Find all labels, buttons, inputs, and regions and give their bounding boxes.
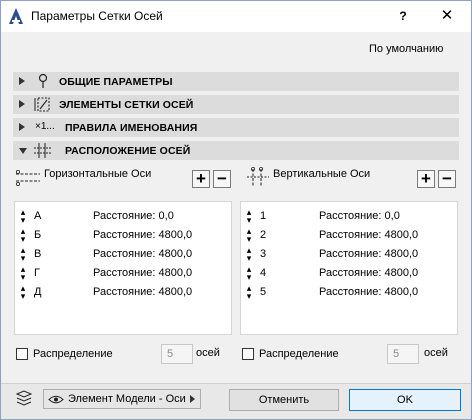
section-general-params[interactable]: ОБЩИЕ ПАРАМЕТРЫ [13, 72, 459, 91]
help-button[interactable]: ? [391, 5, 415, 27]
axis-name: А [34, 210, 42, 222]
reorder-handle-icon[interactable]: ▴ ▾ [19, 284, 27, 301]
grid-layout-icon [34, 143, 52, 158]
naming-icon: ×1... [35, 121, 55, 132]
section-label: ОБЩИЕ ПАРАМЕТРЫ [59, 76, 173, 88]
reorder-handle-icon[interactable]: ▴ ▾ [245, 246, 253, 263]
window-title: Параметры Сетки Осей [31, 9, 163, 23]
remove-horizontal-axis-button[interactable]: − [213, 170, 231, 188]
list-item[interactable]: ▴ ▾ Д Расстояние: 4800,0 [15, 283, 231, 301]
section-label: РАСПОЛОЖЕНИЕ ОСЕЙ [65, 145, 191, 157]
expand-arrow-icon [19, 100, 25, 108]
layer-dropdown[interactable]: Элемент Модели - Оси [43, 389, 201, 409]
horizontal-axis-count-field[interactable]: 5 [161, 344, 193, 364]
vertical-axis-count-field[interactable]: 5 [387, 344, 419, 364]
reorder-handle-icon[interactable]: ▴ ▾ [245, 227, 253, 244]
reorder-handle-icon[interactable]: ▴ ▾ [19, 246, 27, 263]
reorder-handle-icon[interactable]: ▴ ▾ [19, 208, 27, 225]
vertical-axes-icon [247, 167, 269, 186]
axis-distance: Расстояние: 4800,0 [93, 229, 193, 241]
reorder-handle-icon[interactable]: ▴ ▾ [245, 208, 253, 225]
title-bar: Параметры Сетки Осей ? ✕ [1, 1, 471, 32]
axis-distance: Расстояние: 4800,0 [319, 229, 419, 241]
axis-name: 5 [260, 286, 267, 298]
horizontal-axes-label: Горизонтальные Оси [44, 168, 152, 180]
vertical-axes-list[interactable]: ▴ ▾ 1 Расстояние: 0,0 ▴ ▾ 2 Расстояние: 48… [240, 201, 458, 335]
pin-icon [38, 73, 48, 88]
dialog-window: Параметры Сетки Осей ? ✕ По умолчанию ОБ… [0, 0, 472, 420]
layer-dropdown-value: Элемент Модели - Оси [68, 393, 186, 405]
section-grid-elements[interactable]: ЭЛЕМЕНТЫ СЕТКИ ОСЕЙ [13, 95, 459, 114]
reorder-handle-icon[interactable]: ▴ ▾ [245, 265, 253, 282]
default-settings-button[interactable]: По умолчанию [369, 43, 443, 55]
axis-distance: Расстояние: 0,0 [93, 210, 174, 222]
axis-name: Г [34, 267, 40, 279]
list-item[interactable]: ▴ ▾ 5 Расстояние: 4800,0 [241, 283, 457, 301]
axis-name: 4 [260, 267, 267, 279]
horizontal-count-unit: осей [196, 347, 220, 359]
reorder-handle-icon[interactable]: ▴ ▾ [19, 227, 27, 244]
section-grid-layout[interactable]: РАСПОЛОЖЕНИЕ ОСЕЙ [13, 141, 459, 160]
dropdown-arrow-icon [190, 395, 195, 403]
axis-name: Д [34, 286, 42, 298]
axis-distance: Расстояние: 4800,0 [93, 267, 193, 279]
add-vertical-axis-button[interactable]: + [417, 170, 435, 188]
axis-name: 2 [260, 229, 267, 241]
expand-arrow-icon [19, 123, 25, 131]
section-label: ЭЛЕМЕНТЫ СЕТКИ ОСЕЙ [59, 99, 194, 111]
vertical-distribution-checkbox[interactable] [242, 348, 254, 360]
horizontal-axes-list[interactable]: ▴ ▾ А Расстояние: 0,0 ▴ ▾ Б Расстояние: 48… [14, 201, 232, 335]
cancel-button[interactable]: Отменить [229, 389, 339, 411]
list-item[interactable]: ▴ ▾ 3 Расстояние: 4800,0 [241, 245, 457, 263]
ok-button[interactable]: OK [349, 389, 461, 411]
section-label: ПРАВИЛА ИМЕНОВАНИЯ [65, 122, 198, 134]
horizontal-distribution-label: Распределение [33, 348, 113, 360]
remove-vertical-axis-button[interactable]: − [438, 170, 456, 188]
expand-arrow-icon [19, 77, 25, 85]
axis-distance: Расстояние: 4800,0 [93, 248, 193, 260]
vertical-distribution-label: Распределение [259, 348, 339, 360]
add-horizontal-axis-button[interactable]: + [192, 170, 210, 188]
list-item[interactable]: ▴ ▾ 1 Расстояние: 0,0 [241, 207, 457, 225]
horizontal-distribution-checkbox[interactable] [16, 348, 28, 360]
axis-distance: Расстояние: 4800,0 [319, 248, 419, 260]
axis-distance: Расстояние: 4800,0 [93, 286, 193, 298]
list-item[interactable]: ▴ ▾ Г Расстояние: 4800,0 [15, 264, 231, 282]
section-naming-rules[interactable]: ×1... ПРАВИЛА ИМЕНОВАНИЯ [13, 118, 459, 137]
collapse-arrow-icon [19, 148, 27, 154]
axis-name: Б [34, 229, 42, 241]
axis-distance: Расстояние: 4800,0 [319, 267, 419, 279]
list-item[interactable]: ▴ ▾ 4 Расстояние: 4800,0 [241, 264, 457, 282]
list-item[interactable]: ▴ ▾ 2 Расстояние: 4800,0 [241, 226, 457, 244]
axis-distance: Расстояние: 4800,0 [319, 286, 419, 298]
archicad-app-icon [9, 8, 23, 24]
horizontal-axes-icon [15, 169, 40, 186]
list-item[interactable]: ▴ ▾ Б Расстояние: 4800,0 [15, 226, 231, 244]
axis-name: 3 [260, 248, 267, 260]
close-button[interactable]: ✕ [435, 5, 459, 27]
list-item[interactable]: ▴ ▾ В Расстояние: 4800,0 [15, 245, 231, 263]
grid-element-icon [34, 97, 50, 112]
list-item[interactable]: ▴ ▾ А Расстояние: 0,0 [15, 207, 231, 225]
vertical-count-unit: осей [424, 347, 448, 359]
reorder-handle-icon[interactable]: ▴ ▾ [245, 284, 253, 301]
axis-name: В [34, 248, 42, 260]
vertical-axes-label: Вертикальные Оси [273, 168, 371, 180]
axis-distance: Расстояние: 0,0 [319, 210, 400, 222]
layers-icon [15, 390, 33, 406]
axis-name: 1 [260, 210, 267, 222]
reorder-handle-icon[interactable]: ▴ ▾ [19, 265, 27, 282]
eye-icon [48, 395, 64, 404]
